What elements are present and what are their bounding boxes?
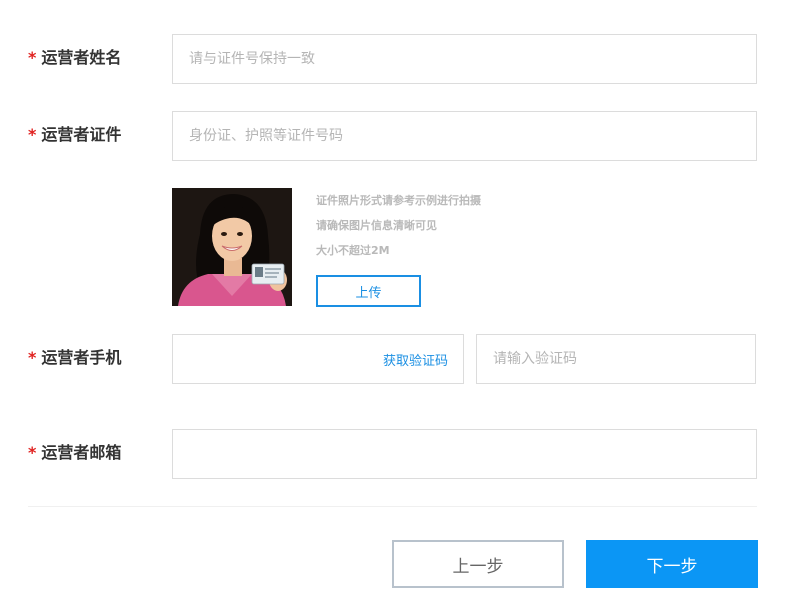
prev-step-button[interactable]: 上一步 (392, 540, 564, 588)
required-mark: * (28, 48, 37, 67)
phone-field: 获取验证码 (172, 334, 464, 384)
email-field (172, 429, 757, 479)
email-label-text: 运营者邮箱 (41, 443, 122, 462)
operator-info-form: *运营者姓名 *运营者证件 (0, 0, 797, 606)
name-input[interactable] (173, 35, 756, 83)
id-card-field (172, 111, 757, 161)
id-photo-sample (172, 188, 292, 306)
name-label: * 运营者姓名 (28, 48, 121, 68)
email-input[interactable] (173, 430, 756, 478)
required-mark: * (28, 125, 37, 144)
get-code-button[interactable]: 获取验证码 (382, 335, 448, 383)
photo-hint-3: 大小不超过2M (316, 244, 390, 257)
upload-button[interactable]: 上传 (316, 275, 421, 307)
divider (28, 506, 757, 507)
id-card-label-text: 运营者证件 (41, 125, 122, 144)
photo-hint-2: 请确保图片信息清晰可见 (316, 219, 437, 232)
phone-label: * 运营者手机 (28, 348, 121, 368)
code-field (476, 334, 756, 384)
id-card-input[interactable] (173, 112, 756, 160)
id-card-label: * 运营者证件 (28, 125, 121, 145)
phone-label-text: 运营者手机 (41, 348, 122, 367)
required-mark: * (28, 443, 37, 462)
name-field (172, 34, 757, 84)
next-step-button[interactable]: 下一步 (586, 540, 758, 588)
required-mark: * (28, 348, 37, 367)
id-photo-sample-image (172, 188, 292, 306)
code-input[interactable] (477, 335, 755, 383)
name-label-text: 运营者姓名 (41, 48, 122, 67)
email-label: * 运营者邮箱 (28, 443, 121, 463)
photo-hint-1: 证件照片形式请参考示例进行拍摄 (316, 194, 481, 207)
